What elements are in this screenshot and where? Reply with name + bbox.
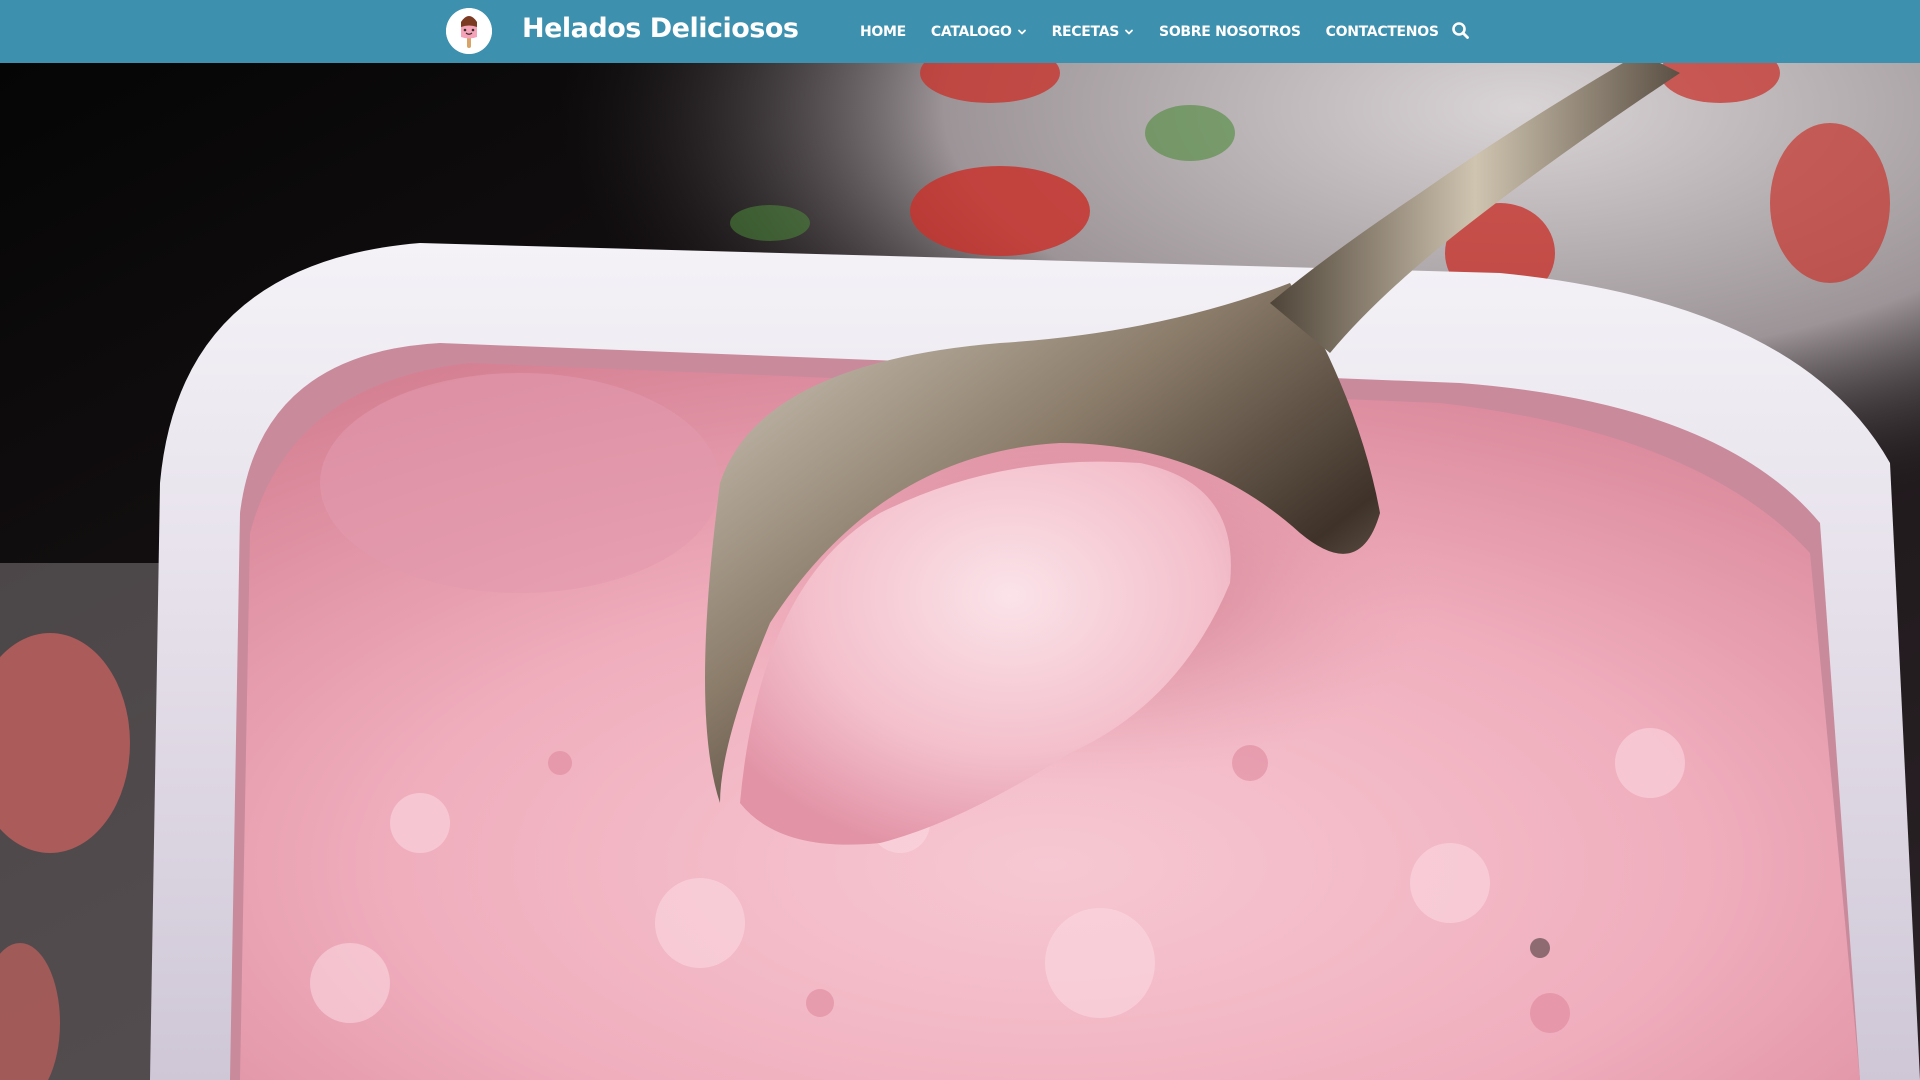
nav-item-label: HOME — [860, 23, 906, 40]
navbar-inner: Helados Deliciosos HOME CATALOGO RECETAS… — [446, 0, 1476, 63]
nav-item-home[interactable]: HOME — [860, 24, 906, 40]
top-navbar: Helados Deliciosos HOME CATALOGO RECETAS… — [0, 0, 1920, 63]
main-menu: HOME CATALOGO RECETAS SOBRE NOSOTROS CON… — [860, 0, 1464, 63]
hero-ice-cream-image — [0, 63, 1920, 1080]
nav-item-catalogo[interactable]: CATALOGO — [931, 24, 1027, 40]
chevron-down-icon — [1017, 29, 1026, 34]
nav-item-contactenos[interactable]: CONTACTENOS — [1326, 24, 1439, 40]
brand-name[interactable]: Helados Deliciosos — [522, 13, 799, 44]
nav-item-label: CATALOGO — [930, 23, 1012, 40]
search-icon — [1452, 22, 1469, 39]
nav-item-label: CONTACTENOS — [1325, 23, 1439, 40]
nav-item-recetas[interactable]: RECETAS — [1052, 24, 1134, 40]
site-logo[interactable] — [446, 8, 492, 54]
popsicle-logo-icon — [446, 8, 492, 54]
nav-item-sobre-nosotros[interactable]: SOBRE NOSOTROS — [1159, 24, 1301, 40]
search-button[interactable] — [1450, 20, 1472, 42]
nav-item-label: RECETAS — [1051, 23, 1120, 40]
hero-banner — [0, 63, 1920, 1080]
chevron-down-icon — [1125, 29, 1133, 34]
nav-item-label: SOBRE NOSOTROS — [1159, 23, 1301, 40]
